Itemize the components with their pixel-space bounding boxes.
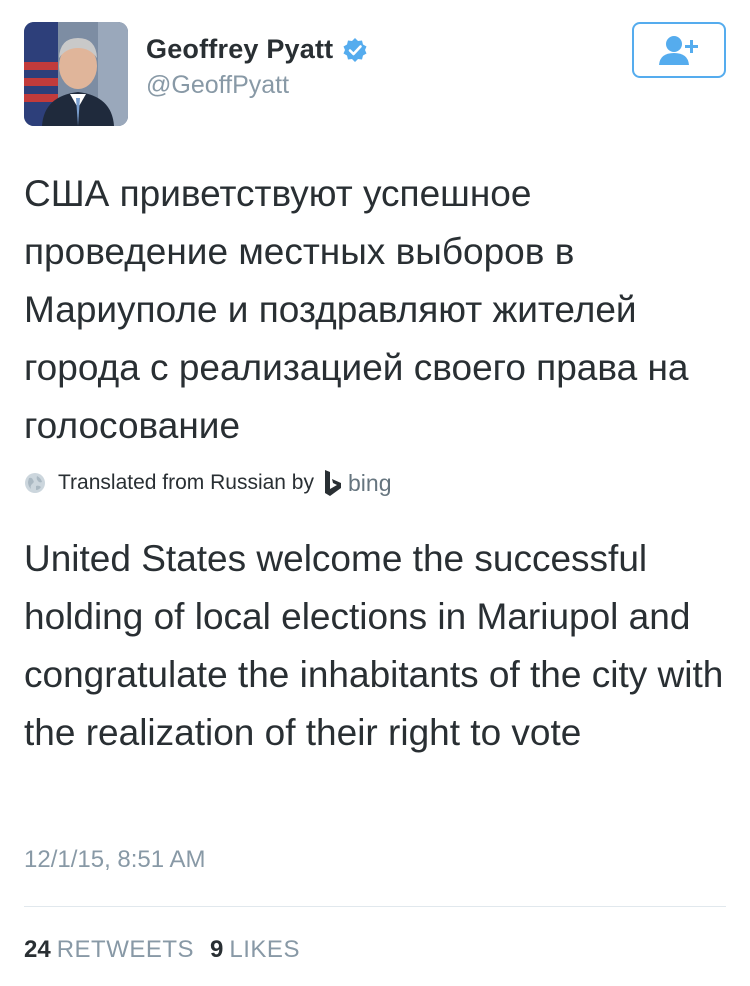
profile-photo xyxy=(24,22,128,126)
likes-count: 9 xyxy=(210,936,224,963)
verified-badge-icon xyxy=(342,37,368,63)
user-handle[interactable]: @GeoffPyatt xyxy=(146,71,368,100)
name-row: Geoffrey Pyatt xyxy=(146,34,368,65)
translation-attribution: Translated from Russian by bing xyxy=(24,468,391,498)
bing-logo-icon xyxy=(325,470,341,496)
tweet-original-text: США приветствуют успешное проведение мес… xyxy=(24,173,689,446)
tweet-header: Geoffrey Pyatt @GeoffPyatt xyxy=(24,22,726,126)
globe-icon xyxy=(25,473,45,493)
divider xyxy=(24,906,726,907)
follow-button[interactable] xyxy=(632,22,726,78)
tweet-stats: 24 RETWEETS 9 LIKES xyxy=(24,936,300,964)
tweet-translated-text: United States welcome the successful hol… xyxy=(24,538,724,753)
translation-label: Translated from Russian by xyxy=(58,471,314,494)
translation-provider[interactable]: bing xyxy=(348,470,391,497)
tweet-timestamp[interactable]: 12/1/15, 8:51 AM xyxy=(24,846,205,874)
add-user-icon xyxy=(659,36,698,65)
user-name-block: Geoffrey Pyatt @GeoffPyatt xyxy=(146,34,368,100)
likes-label: LIKES xyxy=(229,936,300,963)
retweets-count: 24 xyxy=(24,936,51,963)
display-name[interactable]: Geoffrey Pyatt xyxy=(146,34,333,65)
likes-stat[interactable]: 9 LIKES xyxy=(210,936,300,964)
retweets-label: RETWEETS xyxy=(56,936,195,963)
retweets-stat[interactable]: 24 RETWEETS xyxy=(24,936,194,964)
avatar[interactable] xyxy=(24,22,128,126)
